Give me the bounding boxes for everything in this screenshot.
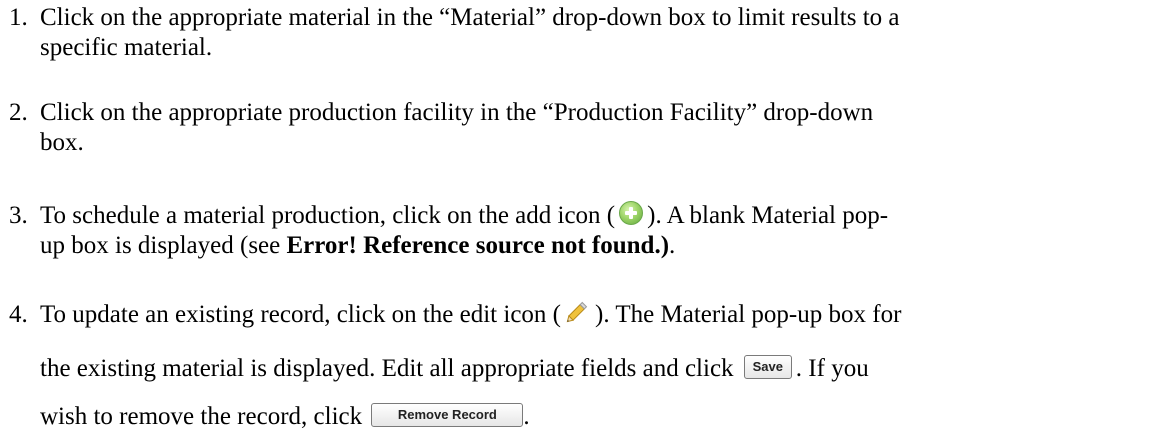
step-text: up box is displayed (see (40, 232, 287, 259)
step-text: . (523, 403, 530, 430)
step-number: 4. (9, 301, 28, 328)
step-number: 3. (9, 202, 28, 229)
step-text: ). The Material pop-up box for (595, 301, 902, 328)
step-text-line: up box is displayed (see Error! Referenc… (40, 231, 675, 261)
step-text-line: specific material. (40, 34, 213, 61)
step-text: To update an existing record, click on t… (40, 301, 561, 328)
step-text: . If you (795, 355, 869, 382)
step-text: wish to remove the record, click (40, 403, 363, 430)
step-text-line: To update an existing record, click on t… (40, 300, 901, 330)
remove-record-button[interactable]: Remove Record (371, 403, 524, 428)
step-text: ). A blank Material pop- (647, 202, 889, 229)
step-number: 1. (9, 4, 28, 31)
step-text: the existing material is displayed. Edit… (40, 355, 734, 382)
step-text-line: wish to remove the record, click Remove … (40, 402, 530, 432)
error-reference-text: Error! Reference source not found.) (286, 232, 670, 259)
step-text-line: To schedule a material production, click… (40, 201, 888, 231)
step-text-line: Click on the appropriate material in the… (40, 4, 900, 31)
step-text-line: box. (40, 129, 84, 156)
step-text: To schedule a material production, click… (40, 202, 616, 229)
step-text: . (669, 232, 676, 259)
step-number: 2. (9, 99, 28, 126)
add-icon (619, 201, 644, 226)
step-text-line: the existing material is displayed. Edit… (40, 354, 869, 384)
save-button[interactable]: Save (743, 355, 792, 380)
edit-pencil-icon (565, 298, 591, 324)
step-text-line: Click on the appropriate production faci… (40, 99, 874, 126)
instruction-document: 1. Click on the appropriate material in … (0, 0, 1169, 441)
